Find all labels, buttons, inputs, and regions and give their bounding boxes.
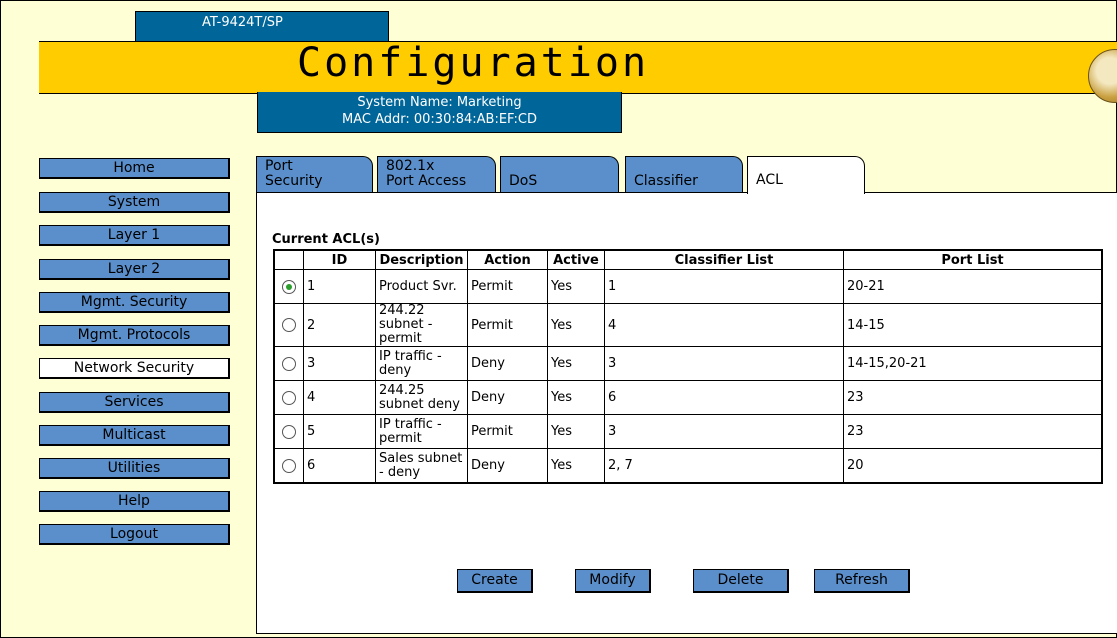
column-header-port-list: Port List xyxy=(843,249,1103,270)
cell-description: Product Svr. xyxy=(375,269,468,304)
sidebar-item-mgmt-protocols[interactable]: Mgmt. Protocols xyxy=(39,325,230,346)
tab-classifier[interactable]: Classifier xyxy=(625,156,743,192)
sidebar-item-help[interactable]: Help xyxy=(39,491,230,512)
sidebar-item-network-security[interactable]: Network Security xyxy=(39,358,230,379)
cell-id: 2 xyxy=(303,303,376,347)
cell-classifier-list: 4 xyxy=(604,303,844,347)
column-header-classifier-list: Classifier List xyxy=(604,249,844,270)
tab-label-line1: Port xyxy=(265,158,293,174)
row-select-radio[interactable] xyxy=(282,390,296,405)
refresh-button[interactable]: Refresh xyxy=(814,569,910,593)
cell-port-list: 20-21 xyxy=(843,269,1103,304)
column-header-action: Action xyxy=(467,249,548,270)
cell-action: Deny xyxy=(467,380,548,415)
tab-port-security[interactable]: Port Security xyxy=(256,156,373,192)
row-select-radio[interactable] xyxy=(282,458,296,473)
cell-classifier-list: 3 xyxy=(604,414,844,449)
row-select-radio[interactable] xyxy=(282,356,296,371)
cell-port-list: 23 xyxy=(843,380,1103,415)
acl-table: ID Description Action Active Classifier … xyxy=(273,249,1103,484)
column-header-select xyxy=(273,249,304,270)
cell-description: Sales subnet - deny xyxy=(375,448,468,484)
tab-label-line2: Security xyxy=(265,173,323,189)
cell-port-list: 20 xyxy=(843,448,1103,484)
modify-button[interactable]: Modify xyxy=(575,569,651,593)
cell-id: 1 xyxy=(303,269,376,304)
sidebar-item-system[interactable]: System xyxy=(39,192,230,213)
cell-port-list: 23 xyxy=(843,414,1103,449)
sidebar-item-layer1[interactable]: Layer 1 xyxy=(39,225,230,246)
cell-classifier-list: 1 xyxy=(604,269,844,304)
table-row[interactable]: 4 244.25 subnet deny Deny Yes 6 23 xyxy=(273,380,1103,415)
sidebar-item-multicast[interactable]: Multicast xyxy=(39,425,230,446)
sidebar-item-mgmt-security[interactable]: Mgmt. Security xyxy=(39,292,230,313)
cell-active: Yes xyxy=(547,380,605,415)
cell-action: Permit xyxy=(467,269,548,304)
delete-button[interactable]: Delete xyxy=(693,569,789,593)
tab-label-line1: 802.1x xyxy=(386,158,435,174)
page-title: Configuration xyxy=(297,40,650,86)
table-row[interactable]: 6 Sales subnet - deny Deny Yes 2, 7 20 xyxy=(273,448,1103,484)
tab-label: Classifier xyxy=(634,173,698,189)
cell-port-list: 14-15,20-21 xyxy=(843,346,1103,381)
cell-active: Yes xyxy=(547,346,605,381)
cell-id: 3 xyxy=(303,346,376,381)
cell-action: Deny xyxy=(467,448,548,484)
cell-active: Yes xyxy=(547,414,605,449)
row-select-radio[interactable] xyxy=(282,279,296,294)
cell-description: IP traffic - permit xyxy=(375,414,468,449)
tab-label-line2: Port Access xyxy=(386,173,467,189)
sidebar-item-layer2[interactable]: Layer 2 xyxy=(39,259,230,280)
cell-port-list: 14-15 xyxy=(843,303,1103,347)
cell-active: Yes xyxy=(547,448,605,484)
cell-action: Permit xyxy=(467,414,548,449)
tab-dos[interactable]: DoS xyxy=(500,156,619,192)
table-row[interactable]: 1 Product Svr. Permit Yes 1 20-21 xyxy=(273,269,1103,304)
table-header-row: ID Description Action Active Classifier … xyxy=(273,249,1103,270)
cell-action: Deny xyxy=(467,346,548,381)
cell-classifier-list: 2, 7 xyxy=(604,448,844,484)
sidebar-item-utilities[interactable]: Utilities xyxy=(39,458,230,479)
table-row[interactable]: 3 IP traffic - deny Deny Yes 3 14-15,20-… xyxy=(273,346,1103,381)
create-button[interactable]: Create xyxy=(457,569,533,593)
table-row[interactable]: 5 IP traffic - permit Permit Yes 3 23 xyxy=(273,414,1103,449)
system-info-panel: System Name: Marketing MAC Addr: 00:30:8… xyxy=(257,92,622,133)
sidebar-item-logout[interactable]: Logout xyxy=(39,524,230,545)
tab-acl[interactable]: ACL xyxy=(747,156,865,194)
column-header-description: Description xyxy=(375,249,468,270)
cell-description: 244.25 subnet deny xyxy=(375,380,468,415)
acl-panel: Current ACL(s) ID Description Action Act… xyxy=(256,192,1117,634)
sidebar-item-home[interactable]: Home xyxy=(39,158,230,179)
cell-classifier-list: 3 xyxy=(604,346,844,381)
cell-id: 6 xyxy=(303,448,376,484)
row-select-radio[interactable] xyxy=(282,424,296,439)
cell-action: Permit xyxy=(467,303,548,347)
model-label: AT-9424T/SP xyxy=(135,11,389,41)
column-header-id: ID xyxy=(303,249,376,270)
tab-label: DoS xyxy=(509,173,538,189)
cell-description: IP traffic - deny xyxy=(375,346,468,381)
cell-id: 5 xyxy=(303,414,376,449)
sidebar-item-services[interactable]: Services xyxy=(39,392,230,413)
title-bar: Configuration xyxy=(39,40,1117,94)
cell-description: 244.22 subnet - permit xyxy=(375,303,468,347)
mac-address: MAC Addr: 00:30:84:AB:EF:CD xyxy=(342,112,537,127)
system-name: System Name: Marketing xyxy=(357,95,522,110)
cell-active: Yes xyxy=(547,269,605,304)
cell-active: Yes xyxy=(547,303,605,347)
cell-classifier-list: 6 xyxy=(604,380,844,415)
column-header-active: Active xyxy=(547,249,605,270)
row-select-radio[interactable] xyxy=(282,318,296,332)
cell-id: 4 xyxy=(303,380,376,415)
table-caption: Current ACL(s) xyxy=(272,232,380,247)
app-frame: AT-9424T/SP Configuration System Name: M… xyxy=(0,0,1117,638)
tab-8021x-port-access[interactable]: 802.1x Port Access xyxy=(377,156,496,192)
tab-label: ACL xyxy=(756,172,783,188)
table-row[interactable]: 2 244.22 subnet - permit Permit Yes 4 14… xyxy=(273,303,1103,347)
